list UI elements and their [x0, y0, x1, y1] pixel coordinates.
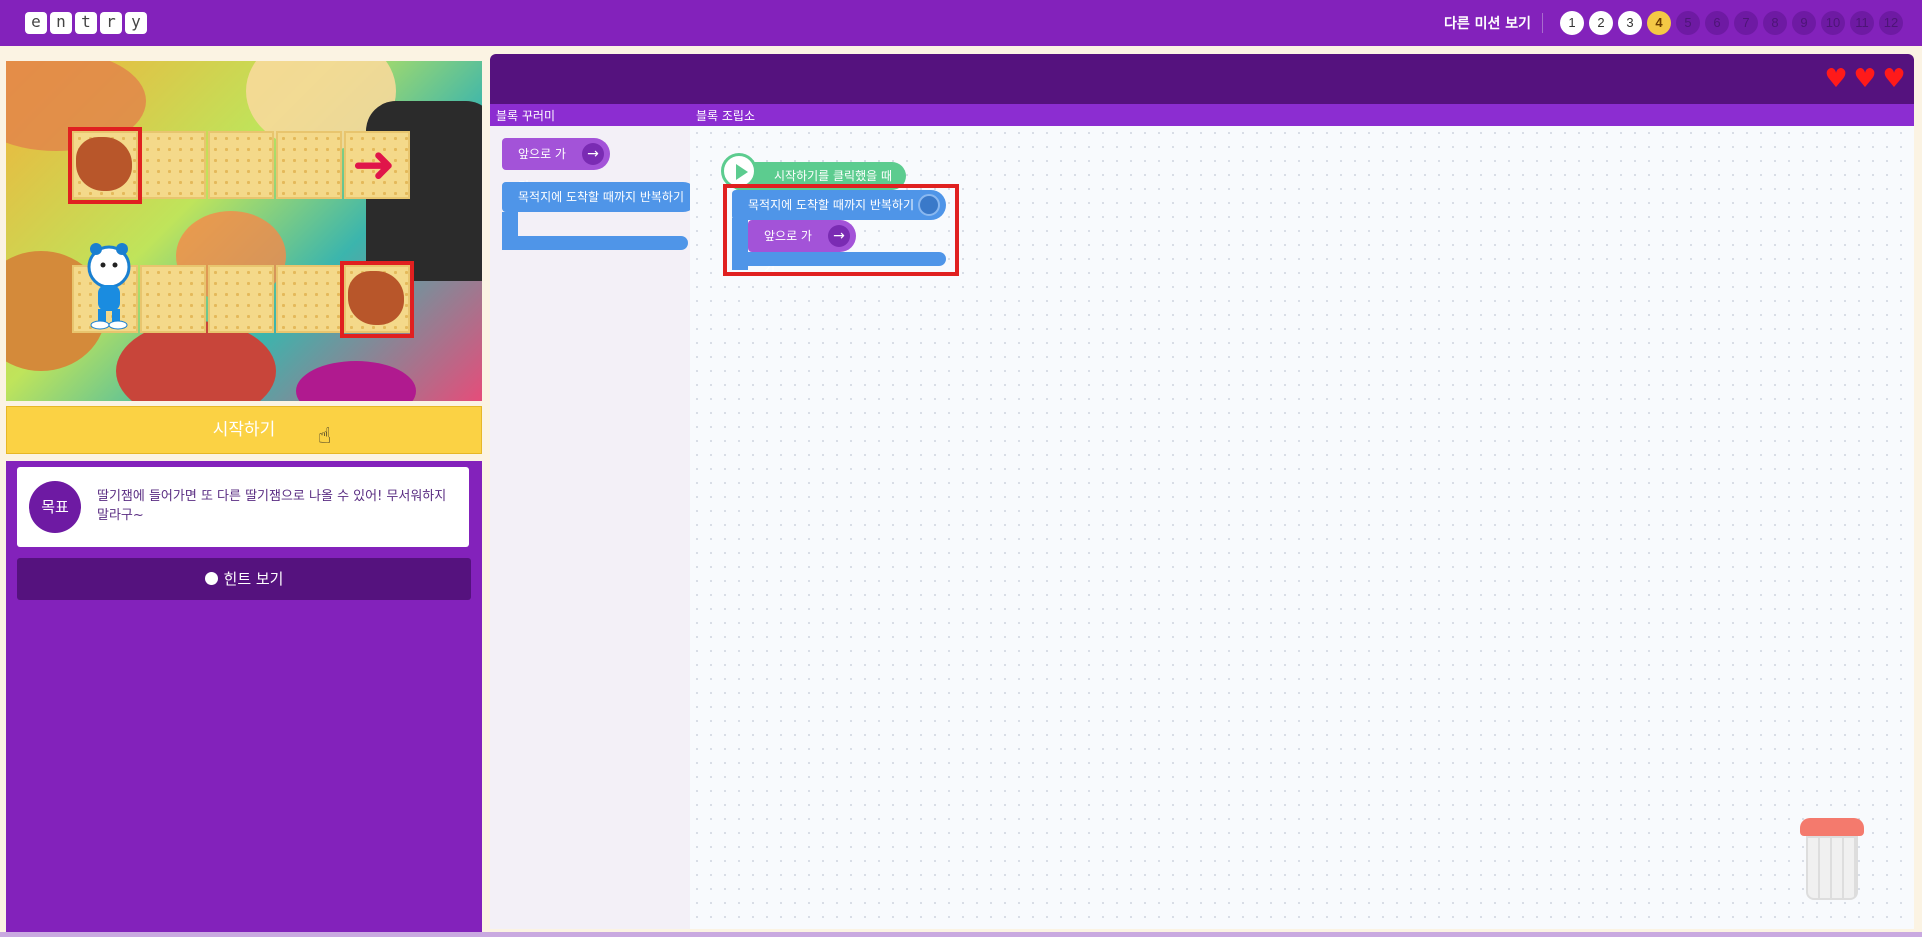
hint-label: 힌트 보기	[223, 570, 284, 588]
level-3-button[interactable]: 3	[1618, 11, 1642, 35]
highlight-box	[340, 261, 414, 338]
block-label: 시작하기를 클릭했을 때	[774, 169, 893, 183]
level-8-button: 8	[1763, 11, 1787, 35]
background-pie	[116, 321, 276, 401]
level-7-button: 7	[1734, 11, 1758, 35]
level-1-button[interactable]: 1	[1560, 11, 1584, 35]
logo-letter: r	[100, 12, 122, 34]
logo-letter: e	[25, 12, 47, 34]
top-bar: e n t r y 다른 미션 보기 1 2 3 4 5 6 7 8 9 10 …	[0, 0, 1922, 46]
trash-body	[1806, 836, 1858, 900]
background-jelly	[296, 361, 416, 401]
palette-move-forward-block[interactable]: 앞으로 가기 →	[502, 138, 610, 193]
lightbulb-icon	[204, 572, 218, 585]
level-4-button[interactable]: 4	[1647, 11, 1671, 35]
goal-arrow-icon: ➜	[352, 135, 396, 195]
block-label: 목적지에 도착할 때까지 반복하기	[518, 190, 685, 204]
life-heart-icon: ♥	[1824, 64, 1848, 94]
map-tile	[208, 265, 274, 333]
mouse-cursor-icon: ☝	[318, 424, 332, 449]
pane-labels-bar: 블록 꾸러미 블록 조립소	[490, 104, 1914, 126]
assembly-title: 블록 조립소	[696, 109, 756, 123]
map-tile	[276, 265, 342, 333]
map-tile	[140, 265, 206, 333]
logo-letter: n	[50, 12, 72, 34]
palette-repeat-until-block[interactable]: 목적지에 도착할 때까지 반복하기	[502, 182, 698, 212]
level-12-button: 12	[1879, 11, 1903, 35]
goal-badge: 목표	[29, 481, 81, 533]
goal-description: 딸기잼에 들어가면 또 다른 딸기잼으로 나올 수 있어! 무서워하지 말라구~	[97, 489, 447, 523]
life-heart-icon: ♥	[1882, 64, 1906, 94]
other-missions-link[interactable]: 다른 미션 보기	[1444, 13, 1531, 33]
left-panel: ➜ 시작하기 ☝ 목표 딸기잼에 들어가면 또 다른 딸기잼으로 나올 수 있어…	[0, 52, 490, 937]
level-2-button[interactable]: 2	[1589, 11, 1613, 35]
block-palette: 앞으로 가기 → 목적지에 도착할 때까지 반복하기	[490, 126, 698, 929]
workspace-header: ♥ ♥ ♥	[490, 54, 1914, 104]
level-9-button: 9	[1792, 11, 1816, 35]
map-tile	[276, 131, 342, 199]
level-selector: 1 2 3 4 5 6 7 8 9 10 11 12	[1560, 11, 1903, 35]
trash-lid	[1800, 818, 1864, 836]
highlight-box	[723, 184, 959, 276]
logo-letter: t	[75, 12, 97, 34]
palette-title: 블록 꾸러미	[496, 109, 556, 123]
bottom-border	[0, 932, 1922, 937]
level-5-button: 5	[1676, 11, 1700, 35]
arrow-right-icon: →	[582, 143, 604, 165]
hint-button[interactable]: 힌트 보기	[17, 558, 471, 600]
repeat-block-bottom	[502, 236, 688, 250]
level-10-button: 10	[1821, 11, 1845, 35]
entry-logo[interactable]: e n t r y	[25, 12, 147, 34]
map-tile	[208, 131, 274, 199]
trash-can-icon[interactable]	[1800, 818, 1864, 900]
level-6-button: 6	[1705, 11, 1729, 35]
goal-panel: 목표 딸기잼에 들어가면 또 다른 딸기잼으로 나올 수 있어! 무서워하지 말…	[6, 461, 482, 937]
game-stage: ➜	[6, 61, 482, 401]
goal-card: 목표 딸기잼에 들어가면 또 다른 딸기잼으로 나올 수 있어! 무서워하지 말…	[17, 467, 469, 547]
divider	[1542, 13, 1543, 33]
highlight-box	[68, 127, 142, 204]
map-tile	[140, 131, 206, 199]
life-heart-icon: ♥	[1853, 64, 1877, 94]
start-button[interactable]: 시작하기	[6, 406, 482, 454]
level-11-button: 11	[1850, 11, 1874, 35]
logo-letter: y	[125, 12, 147, 34]
robot-character-icon	[87, 243, 131, 330]
